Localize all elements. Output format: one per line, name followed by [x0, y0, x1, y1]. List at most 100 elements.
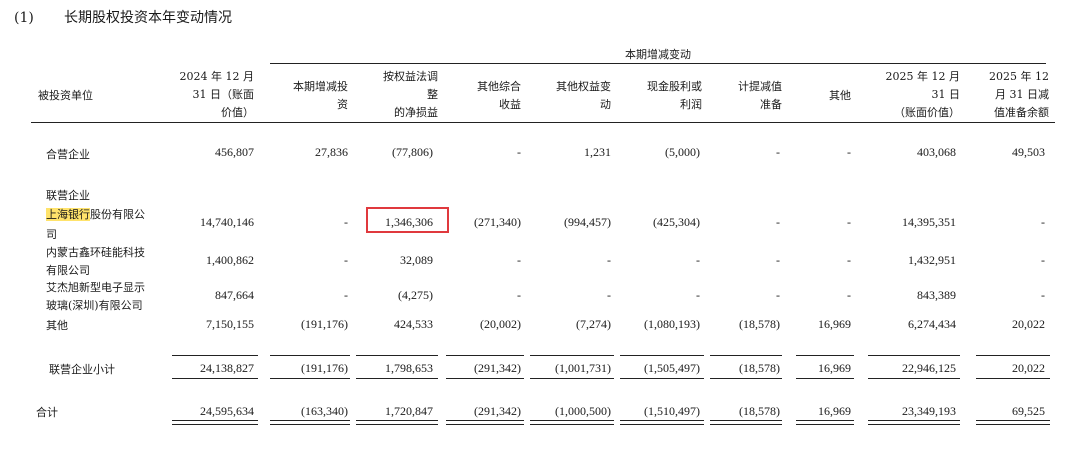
section-heading: 长期股权投资本年变动情况: [64, 10, 232, 26]
row-bank-other-equity: (994,457): [564, 215, 611, 229]
row-others-name: 其他: [46, 319, 68, 332]
rule-subtotal-other: [796, 355, 854, 356]
rule-total-1-other: [796, 420, 854, 421]
rule-subtotal-close-impair: [976, 355, 1050, 356]
header-open-1: 2024 年 12 月: [179, 70, 254, 83]
row-bank-dividend: (425,304): [653, 215, 700, 229]
header-oci-1: 其他综合: [477, 80, 521, 93]
row-subtotal-other: 16,969: [818, 361, 851, 375]
row-nmg-dividend: -: [696, 253, 700, 267]
header-group-rule: [270, 63, 1046, 64]
row-jv-oci: -: [517, 145, 521, 159]
row-nmg-open: 1,400,862: [206, 253, 254, 267]
rule-subtotal-bottom-close: [868, 378, 960, 379]
header-close-2: 31 日: [931, 88, 961, 101]
rule-subtotal-bottom-close-impair: [976, 378, 1050, 379]
row-bank-name: 上海银行股份有限公: [46, 206, 145, 222]
rule-total-2-increase: [270, 424, 350, 425]
header-investee: 被投资单位: [38, 89, 93, 102]
rule-total-2-oci: [446, 424, 524, 425]
header-open-3: 价值）: [221, 106, 254, 119]
header-open-2: 31 日（账面: [192, 88, 255, 101]
assoc-label: 联营企业: [46, 189, 90, 202]
row-bank-name-line2: 司: [46, 228, 57, 241]
row-ajx-other-equity: -: [607, 288, 611, 302]
rule-subtotal-bottom-open: [172, 378, 258, 379]
rule-subtotal-bottom-other: [796, 378, 854, 379]
header-close-impair-3: 值准备余额: [994, 106, 1049, 119]
annotation-box: [366, 207, 449, 233]
rule-total-1-open: [172, 420, 258, 421]
rule-total-1-dividend: [620, 420, 704, 421]
row-others-close-impair: 20,022: [1012, 317, 1045, 331]
rule-subtotal-bottom-oci: [446, 378, 524, 379]
rule-subtotal-bottom-equity: [356, 378, 438, 379]
row-nmg-impair: -: [776, 253, 780, 267]
row-others-other-equity: (7,274): [576, 317, 611, 331]
row-nmg-name-2: 有限公司: [46, 264, 90, 277]
row-jv-name: 合营企业: [46, 148, 90, 161]
header-oci-2: 收益: [499, 98, 521, 111]
row-jv-dividend: (5,000): [665, 145, 700, 159]
row-others-impair: (18,578): [739, 317, 780, 331]
row-subtotal-name: 联营企业小计: [49, 363, 115, 376]
rule-subtotal-bottom-other-equity: [530, 378, 614, 379]
row-total-impair: (18,578): [739, 404, 780, 418]
rule-total-1-increase: [270, 420, 350, 421]
row-ajx-oci: -: [517, 288, 521, 302]
row-ajx-name-2: 玻璃(深圳)有限公司: [46, 299, 143, 312]
row-total-open: 24,595,634: [200, 404, 254, 418]
row-bank-open: 14,740,146: [200, 215, 254, 229]
rule-subtotal-impair: [710, 355, 782, 356]
row-nmg-name-1: 内蒙古鑫环硅能科技: [46, 246, 145, 259]
header-other-equity-1: 其他权益变: [556, 80, 611, 93]
row-total-dividend: (1,510,497): [644, 404, 700, 418]
rule-subtotal-equity: [356, 355, 438, 356]
row-jv-other: -: [847, 145, 851, 159]
rule-total-2-close-impair: [976, 424, 1050, 425]
row-total-close: 23,349,193: [902, 404, 956, 418]
row-jv-close-impair: 49,503: [1012, 145, 1045, 159]
section-title: (1) 长期股权投资本年变动情况: [14, 7, 232, 27]
header-increase-1: 本期增减投: [293, 80, 348, 93]
rule-total-2-other: [796, 424, 854, 425]
row-others-equity: 424,533: [394, 317, 433, 331]
rule-total-1-equity: [356, 420, 438, 421]
rule-subtotal-close: [868, 355, 960, 356]
header-close-1: 2025 年 12 月: [885, 70, 960, 83]
header-increase-2: 资: [337, 98, 348, 111]
row-others-other: 16,969: [818, 317, 851, 331]
row-bank-close: 14,395,351: [902, 215, 956, 229]
rule-total-2-open: [172, 424, 258, 425]
rule-subtotal-oci: [446, 355, 524, 356]
row-ajx-close: 843,389: [917, 288, 956, 302]
row-nmg-close: 1,432,951: [908, 253, 956, 267]
row-subtotal-increase: (191,176): [301, 361, 348, 375]
row-subtotal-open: 24,138,827: [200, 361, 254, 375]
row-ajx-close-impair: -: [1041, 288, 1045, 302]
row-total-other: 16,969: [818, 404, 851, 418]
row-total-equity: 1,720,847: [385, 404, 433, 418]
rule-total-2-equity: [356, 424, 438, 425]
rule-total-1-close-impair: [976, 420, 1050, 421]
row-ajx-impair: -: [776, 288, 780, 302]
rule-subtotal-open: [172, 355, 258, 356]
row-subtotal-impair: (18,578): [739, 361, 780, 375]
header-other: 其他: [829, 89, 851, 102]
header-close-impair-1: 2025 年 12: [989, 70, 1049, 83]
row-subtotal-other-equity: (1,001,731): [555, 361, 611, 375]
rule-subtotal-other-equity: [530, 355, 614, 356]
row-others-dividend: (1,080,193): [644, 317, 700, 331]
rule-total-1-impair: [710, 420, 782, 421]
row-subtotal-close-impair: 20,022: [1012, 361, 1045, 375]
row-bank-close-impair: -: [1041, 215, 1045, 229]
row-ajx-name-1: 艾杰旭新型电子显示: [46, 281, 145, 294]
row-total-close-impair: 69,525: [1012, 404, 1045, 418]
header-equity-1: 按权益法调: [383, 70, 438, 83]
row-ajx-other: -: [847, 288, 851, 302]
rule-total-2-dividend: [620, 424, 704, 425]
row-others-open: 7,150,155: [206, 317, 254, 331]
row-bank-impair: -: [776, 215, 780, 229]
row-bank-increase: -: [344, 215, 348, 229]
header-close-3: （账面价值）: [894, 106, 960, 119]
